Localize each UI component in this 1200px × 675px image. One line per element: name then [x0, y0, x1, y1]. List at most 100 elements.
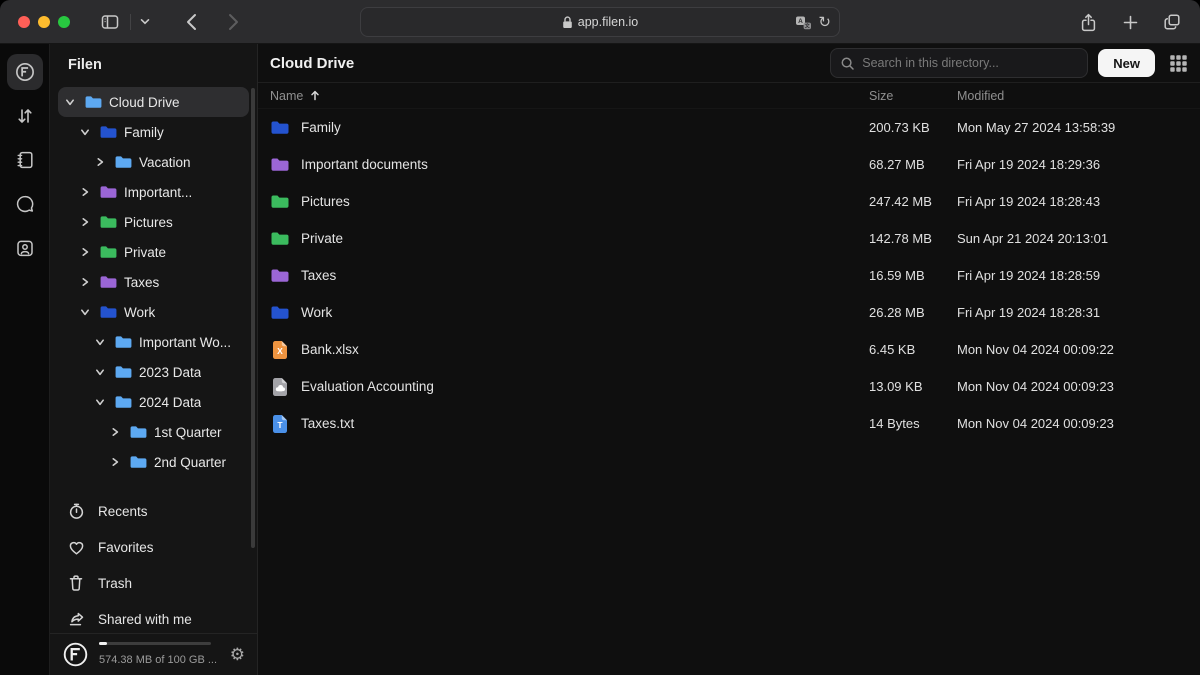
folder-icon	[129, 425, 148, 439]
file-row-pictures[interactable]: Pictures 247.42 MB Fri Apr 19 2024 18:28…	[258, 183, 1200, 220]
folder-icon	[129, 455, 148, 469]
timer-icon	[68, 502, 86, 520]
file-row-important-documents[interactable]: Important documents 68.27 MB Fri Apr 19 …	[258, 146, 1200, 183]
chevron-icon[interactable]	[92, 397, 108, 407]
chat-icon	[15, 194, 35, 214]
tree-item-label: Cloud Drive	[109, 95, 180, 110]
browser-sidebar-toggle-icon[interactable]	[96, 8, 124, 36]
file-size: 14 Bytes	[869, 416, 957, 431]
search-input[interactable]	[862, 56, 1078, 70]
notes-icon	[15, 150, 35, 170]
file-row-evaluation-accounting[interactable]: Evaluation Accounting 13.09 KB Mon Nov 0…	[258, 368, 1200, 405]
sidebar-tree: Cloud Drive Family Vacation Important...	[50, 81, 257, 675]
file-row-taxes-folder[interactable]: Taxes 16.59 MB Fri Apr 19 2024 18:28:59	[258, 257, 1200, 294]
share-icon[interactable]	[1074, 8, 1102, 36]
browser-titlebar: app.filen.io A文 ↻	[0, 0, 1200, 44]
heart-icon	[68, 539, 86, 556]
new-tab-icon[interactable]	[1116, 8, 1144, 36]
folder-icon	[270, 303, 290, 323]
chevron-icon[interactable]	[92, 337, 108, 347]
new-button[interactable]: New	[1098, 49, 1155, 77]
file-row-taxes-txt[interactable]: T Taxes.txt 14 Bytes Mon Nov 04 2024 00:…	[258, 405, 1200, 442]
file-name: Taxes.txt	[301, 416, 354, 431]
back-button[interactable]	[177, 8, 205, 36]
tree-item-work[interactable]: Work	[58, 297, 249, 327]
chevron-icon[interactable]	[77, 127, 93, 137]
sidebar-item-shared-with-me[interactable]: Shared with me	[50, 601, 257, 637]
tree-item-private[interactable]: Private	[58, 237, 249, 267]
close-window-button[interactable]	[18, 16, 30, 28]
column-header-modified[interactable]: Modified	[957, 89, 1200, 103]
grid-view-icon[interactable]	[1169, 54, 1188, 73]
chevron-icon[interactable]	[77, 217, 93, 227]
file-row-work[interactable]: Work 26.28 MB Fri Apr 19 2024 18:28:31	[258, 294, 1200, 331]
file-name: Family	[301, 120, 341, 135]
filen-logo-icon	[14, 61, 36, 83]
tree-item-2023-data[interactable]: 2023 Data	[58, 357, 249, 387]
sidebar-item-trash[interactable]: Trash	[50, 565, 257, 601]
folder-icon	[114, 155, 133, 169]
tree-item-1st-quarter[interactable]: 1st Quarter	[58, 417, 249, 447]
column-header-size[interactable]: Size	[869, 89, 957, 103]
tree-item-pictures[interactable]: Pictures	[58, 207, 249, 237]
account-avatar[interactable]	[62, 641, 89, 668]
chevron-icon[interactable]	[107, 427, 123, 437]
chevron-icon[interactable]	[92, 367, 108, 377]
transfers-nav-button[interactable]	[7, 98, 43, 134]
column-header-name[interactable]: Name	[270, 89, 303, 103]
file-modified: Fri Apr 19 2024 18:28:43	[957, 194, 1200, 209]
trash-icon	[68, 574, 86, 592]
file-name: Work	[301, 305, 332, 320]
reload-icon[interactable]: ↻	[818, 15, 831, 30]
contacts-icon	[15, 238, 35, 258]
file-modified: Fri Apr 19 2024 18:28:59	[957, 268, 1200, 283]
tree-item-important-work[interactable]: Important Wo...	[58, 327, 249, 357]
file-modified: Mon Nov 04 2024 00:09:23	[957, 379, 1200, 394]
folder-icon	[270, 229, 290, 249]
translate-icon[interactable]: A文	[795, 15, 812, 30]
lock-icon	[562, 16, 573, 29]
tree-item-vacation[interactable]: Vacation	[58, 147, 249, 177]
tree-item-label: Important...	[124, 185, 192, 200]
sidebar-scrollbar[interactable]	[251, 88, 255, 548]
sidebar-item-favorites[interactable]: Favorites	[50, 529, 257, 565]
storage-progress-track	[99, 642, 211, 645]
tree-item-family[interactable]: Family	[58, 117, 249, 147]
chevron-icon[interactable]	[77, 187, 93, 197]
file-row-bank-xlsx[interactable]: X Bank.xlsx 6.45 KB Mon Nov 04 2024 00:0…	[258, 331, 1200, 368]
forward-button[interactable]	[219, 8, 247, 36]
folder-icon	[270, 118, 290, 138]
minimize-window-button[interactable]	[38, 16, 50, 28]
tree-item-cloud-drive[interactable]: Cloud Drive	[58, 87, 249, 117]
tree-item-2024-data[interactable]: 2024 Data	[58, 387, 249, 417]
chevron-icon[interactable]	[77, 247, 93, 257]
titlebar-separator	[130, 14, 131, 30]
settings-gear-icon[interactable]: ⚙	[230, 646, 245, 663]
url-text: app.filen.io	[578, 15, 638, 29]
address-bar[interactable]: app.filen.io A文 ↻	[360, 7, 840, 37]
chevron-icon[interactable]	[62, 97, 78, 107]
filen-drive-nav-button[interactable]	[7, 54, 43, 90]
file-size: 6.45 KB	[869, 342, 957, 357]
sidebar-menu-chevron-icon[interactable]	[137, 8, 153, 36]
tree-item-taxes[interactable]: Taxes	[58, 267, 249, 297]
tree-item-label: 2nd Quarter	[154, 455, 226, 470]
file-size: 200.73 KB	[869, 120, 957, 135]
chevron-icon[interactable]	[77, 277, 93, 287]
tree-item-2nd-quarter[interactable]: 2nd Quarter	[58, 447, 249, 477]
sort-ascending-icon[interactable]	[310, 90, 320, 101]
tree-item-important[interactable]: Important...	[58, 177, 249, 207]
file-glyph: X	[270, 340, 290, 360]
file-row-private[interactable]: Private 142.78 MB Sun Apr 21 2024 20:13:…	[258, 220, 1200, 257]
chevron-icon[interactable]	[107, 457, 123, 467]
contacts-nav-button[interactable]	[7, 230, 43, 266]
chats-nav-button[interactable]	[7, 186, 43, 222]
chevron-icon[interactable]	[92, 157, 108, 167]
zoom-window-button[interactable]	[58, 16, 70, 28]
file-row-family[interactable]: Family 200.73 KB Mon May 27 2024 13:58:3…	[258, 109, 1200, 146]
sidebar-item-recents[interactable]: Recents	[50, 493, 257, 529]
tab-overview-icon[interactable]	[1158, 8, 1186, 36]
search-box[interactable]	[830, 48, 1088, 78]
chevron-icon[interactable]	[77, 307, 93, 317]
notes-nav-button[interactable]	[7, 142, 43, 178]
